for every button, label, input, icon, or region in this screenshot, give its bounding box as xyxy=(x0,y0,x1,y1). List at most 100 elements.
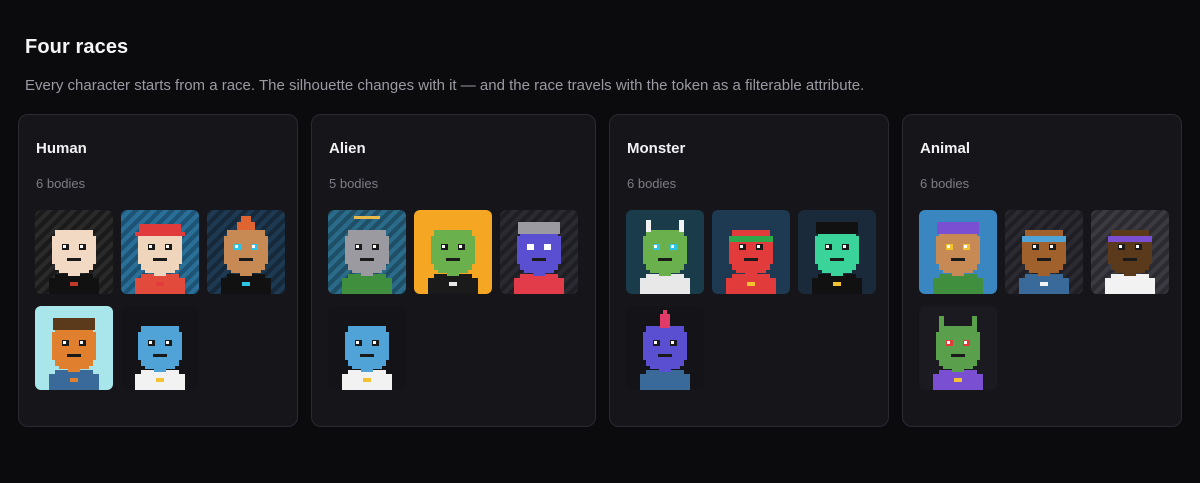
avatar-head-left xyxy=(815,236,818,264)
eye-shine xyxy=(545,245,548,248)
character-avatar[interactable] xyxy=(919,210,997,294)
eye-shine xyxy=(757,245,760,248)
beanie xyxy=(518,222,560,234)
avatar-head-right xyxy=(386,332,389,360)
eye-shine xyxy=(671,341,674,344)
avatar-mouth xyxy=(153,354,167,357)
avatar-head-left xyxy=(345,332,348,360)
avatar-head xyxy=(227,230,265,270)
avatar-head-right xyxy=(977,332,980,360)
avatar-head xyxy=(939,230,977,270)
avatar-mouth xyxy=(951,258,965,261)
collar-accent xyxy=(661,378,669,382)
collar-accent xyxy=(1126,282,1134,286)
avatar-chin xyxy=(943,366,973,369)
character-avatar[interactable] xyxy=(328,306,406,390)
avatar-head xyxy=(55,326,93,366)
eye-shine xyxy=(1119,245,1122,248)
eye-shine xyxy=(947,245,950,248)
avatar-head-left xyxy=(431,236,434,264)
eye-shine xyxy=(373,341,376,344)
avatar-mouth xyxy=(1037,258,1051,261)
character-avatar[interactable] xyxy=(626,306,704,390)
avatar-grid xyxy=(626,210,876,390)
avatar-head-left xyxy=(52,236,55,264)
avatar-mouth xyxy=(360,354,374,357)
character-avatar[interactable] xyxy=(626,210,704,294)
character-avatar[interactable] xyxy=(1091,210,1169,294)
character-avatar[interactable] xyxy=(35,306,113,390)
avatar-head xyxy=(520,230,558,270)
avatar-mouth xyxy=(153,258,167,261)
character-avatar[interactable] xyxy=(1005,210,1083,294)
collar-accent xyxy=(954,282,962,286)
race-body-count: 6 bodies xyxy=(627,176,677,191)
avatar-chin xyxy=(524,270,554,273)
beanie xyxy=(53,318,95,330)
headband xyxy=(1022,236,1066,242)
collar-accent xyxy=(1040,282,1048,286)
avatar-chin xyxy=(231,270,261,273)
avatar-mouth xyxy=(1123,258,1137,261)
character-avatar[interactable] xyxy=(121,210,199,294)
eye-shine xyxy=(149,245,152,248)
character-avatar[interactable] xyxy=(207,210,285,294)
avatar-head-right xyxy=(386,236,389,264)
character-avatar[interactable] xyxy=(328,210,406,294)
flame-base xyxy=(237,222,255,230)
race-card-human: Human 6 bodies xyxy=(18,114,298,427)
avatar-grid xyxy=(328,210,578,390)
collar-accent xyxy=(156,378,164,382)
character-avatar[interactable] xyxy=(414,210,492,294)
avatar-head-right xyxy=(179,332,182,360)
race-title: Monster xyxy=(627,140,686,157)
avatar-head xyxy=(434,230,472,270)
character-avatar[interactable] xyxy=(35,210,113,294)
eye-shine xyxy=(373,245,376,248)
horn-right xyxy=(679,220,684,232)
avatar-head xyxy=(55,230,93,270)
eye-shine xyxy=(947,341,950,344)
avatar-head xyxy=(818,230,856,270)
collar-accent xyxy=(535,282,543,286)
avatar-chin xyxy=(650,270,680,273)
collar-accent xyxy=(661,282,669,286)
eye-shine xyxy=(149,341,152,344)
race-card-alien: Alien 5 bodies xyxy=(311,114,596,427)
collar-accent xyxy=(363,282,371,286)
avatar-mouth xyxy=(67,354,81,357)
avatar-grid xyxy=(919,210,1169,390)
race-title: Animal xyxy=(920,140,971,157)
avatar-mouth xyxy=(830,258,844,261)
collar-accent xyxy=(954,378,962,382)
collar-accent xyxy=(449,282,457,286)
avatar-head xyxy=(939,326,977,366)
avatar-mouth xyxy=(658,354,672,357)
eye-shine xyxy=(843,245,846,248)
avatar-head-left xyxy=(936,332,939,360)
avatar-mouth xyxy=(446,258,460,261)
race-body-count: 5 bodies xyxy=(329,176,379,191)
avatar-chin xyxy=(145,270,175,273)
character-avatar[interactable] xyxy=(798,210,876,294)
avatar-chin xyxy=(1115,270,1145,273)
avatar-head-left xyxy=(224,236,227,264)
eye-shine xyxy=(166,245,169,248)
avatar-head-right xyxy=(684,236,687,264)
avatar-mouth xyxy=(658,258,672,261)
avatar-mouth xyxy=(744,258,758,261)
avatar-head-left xyxy=(138,332,141,360)
avatar-head xyxy=(348,326,386,366)
halo xyxy=(354,216,380,219)
avatar-head-right xyxy=(179,236,182,264)
eye-shine xyxy=(654,245,657,248)
avatar-grid xyxy=(35,210,285,390)
avatar-chin xyxy=(145,366,175,369)
character-avatar[interactable] xyxy=(121,306,199,390)
character-avatar[interactable] xyxy=(712,210,790,294)
eye-shine xyxy=(80,341,83,344)
avatar-head-left xyxy=(643,236,646,264)
character-avatar[interactable] xyxy=(500,210,578,294)
eye-shine xyxy=(63,245,66,248)
character-avatar[interactable] xyxy=(919,306,997,390)
